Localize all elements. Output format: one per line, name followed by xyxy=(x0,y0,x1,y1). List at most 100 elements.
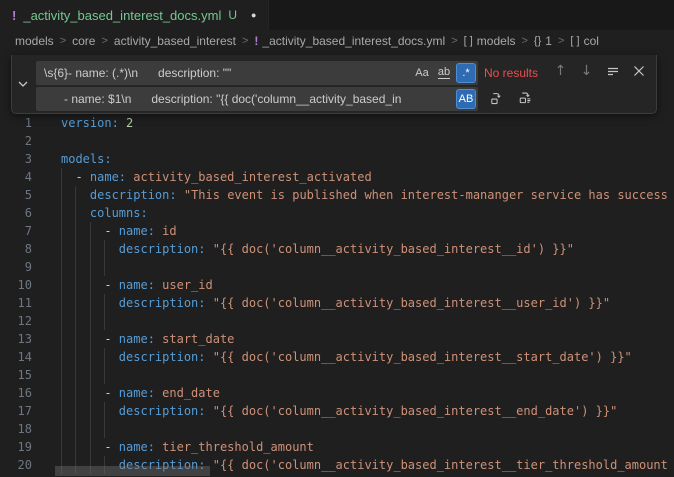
indent-guide xyxy=(104,420,105,438)
indent-guide xyxy=(61,384,62,402)
breadcrumb-item[interactable]: models xyxy=(15,34,54,48)
preserve-case-button[interactable]: AB xyxy=(456,89,476,109)
indent-guide xyxy=(90,276,91,294)
breadcrumb-label: models xyxy=(15,34,54,48)
match-case-button[interactable]: Aa xyxy=(412,63,432,83)
breadcrumb-item[interactable]: !_activity_based_interest_docs.yml xyxy=(254,34,445,48)
code-text: - name: start_date xyxy=(61,330,674,348)
code-line[interactable]: 17 description: "{{ doc('column__activit… xyxy=(0,402,674,420)
code-line[interactable]: 8 description: "{{ doc('column__activity… xyxy=(0,240,674,258)
tab-active-file[interactable]: ! _activity_based_interest_docs.yml U ● xyxy=(0,0,269,30)
breadcrumb-label: models xyxy=(477,34,516,48)
code-text: - name: tier_threshold_amount xyxy=(61,438,674,456)
line-number: 16 xyxy=(0,384,32,402)
code-line[interactable]: 12 xyxy=(0,312,674,330)
indent-guide xyxy=(75,204,76,222)
code-line[interactable]: 7 - name: id xyxy=(0,222,674,240)
code-text: description: "{{ doc('column__activity_b… xyxy=(61,240,674,258)
code-text: - name: activity_based_interest_activate… xyxy=(61,168,674,186)
indent-guide xyxy=(104,366,105,384)
code-text xyxy=(61,132,674,150)
line-number: 2 xyxy=(0,132,32,150)
find-results-status: No results xyxy=(484,66,538,80)
code-line[interactable]: 1 version: 2 xyxy=(0,114,674,132)
breadcrumb-item[interactable]: core xyxy=(72,34,95,48)
code-line[interactable]: 11 description: "{{ doc('column__activit… xyxy=(0,294,674,312)
code-text: version: 2 xyxy=(61,114,674,132)
tab-filename: _activity_based_interest_docs.yml xyxy=(23,8,221,23)
code-line[interactable]: 6 columns: xyxy=(0,204,674,222)
indent-guide xyxy=(75,330,76,348)
indent-guide xyxy=(61,402,62,420)
preserve-case-label: AB xyxy=(459,93,474,105)
indent-guide xyxy=(61,438,62,456)
line-number: 10 xyxy=(0,276,32,294)
code-line[interactable]: 10 - name: user_id xyxy=(0,276,674,294)
code-line[interactable]: 5 description: "This event is published … xyxy=(0,186,674,204)
whole-word-button[interactable]: ab xyxy=(434,63,454,83)
code-line[interactable]: 2 xyxy=(0,132,674,150)
yaml-file-icon: ! xyxy=(254,34,258,48)
breadcrumb-item[interactable]: [ ]col xyxy=(570,34,599,48)
replace-button[interactable] xyxy=(486,88,507,109)
indent-guide xyxy=(61,294,62,312)
line-number: 19 xyxy=(0,438,32,456)
breadcrumb-item[interactable]: {}1 xyxy=(534,34,552,48)
symbol-object-icon: {} xyxy=(534,35,541,47)
regex-label: .* xyxy=(462,67,469,79)
indent-guide xyxy=(75,294,76,312)
indent-guide xyxy=(61,258,62,276)
breadcrumb-separator: > xyxy=(558,35,564,47)
breadcrumb-separator: > xyxy=(242,35,248,47)
line-number: 9 xyxy=(0,258,32,276)
replace-all-button[interactable] xyxy=(515,88,536,109)
indent-guide xyxy=(104,312,105,330)
code-text: - name: user_id xyxy=(61,276,674,294)
breadcrumb-separator: > xyxy=(521,35,527,47)
close-find-button[interactable] xyxy=(628,60,649,81)
indent-guide xyxy=(75,384,76,402)
horizontal-scrollbar[interactable] xyxy=(55,466,210,476)
editor-pane[interactable]: 1 version: 2 23models:4 - name: activity_b… xyxy=(0,52,674,477)
indent-guide xyxy=(75,258,76,276)
code-text xyxy=(61,312,674,330)
line-number: 5 xyxy=(0,186,32,204)
indent-guide xyxy=(90,258,91,276)
toggle-replace-button[interactable] xyxy=(15,76,31,92)
code-line[interactable]: 15 xyxy=(0,366,674,384)
git-status-badge: U xyxy=(228,8,237,22)
code-text: - name: id xyxy=(61,222,674,240)
indent-guide xyxy=(75,420,76,438)
indent-guide xyxy=(75,312,76,330)
find-previous-button[interactable]: ↑ xyxy=(550,60,571,81)
code-line[interactable]: 9 xyxy=(0,258,674,276)
indent-guide xyxy=(61,222,62,240)
breadcrumb-item[interactable]: [ ]models xyxy=(464,34,516,48)
regex-button[interactable]: .* xyxy=(456,63,476,83)
code-line[interactable]: 19 - name: tier_threshold_amount xyxy=(0,438,674,456)
indent-guide xyxy=(61,348,62,366)
line-number: 1 xyxy=(0,114,32,132)
modified-dot-icon[interactable]: ● xyxy=(251,10,256,20)
match-case-label: Aa xyxy=(415,67,428,79)
code-line[interactable]: 16 - name: end_date xyxy=(0,384,674,402)
arrow-down-icon: ↓ xyxy=(581,63,593,79)
indent-guide xyxy=(90,402,91,420)
code-line[interactable]: 14 description: "{{ doc('column__activit… xyxy=(0,348,674,366)
indent-guide xyxy=(61,240,62,258)
line-number: 20 xyxy=(0,456,32,474)
code-text: description: "{{ doc('column__activity_b… xyxy=(61,294,674,312)
find-next-button[interactable]: ↓ xyxy=(576,60,597,81)
indent-guide xyxy=(61,366,62,384)
code-line[interactable]: 4 - name: activity_based_interest_activa… xyxy=(0,168,674,186)
find-in-selection-button[interactable] xyxy=(602,60,623,81)
indent-guide xyxy=(90,420,91,438)
code-line[interactable]: 18 xyxy=(0,420,674,438)
breadcrumb-separator: > xyxy=(60,35,66,47)
code-line[interactable]: 13 - name: start_date xyxy=(0,330,674,348)
indent-guide xyxy=(90,312,91,330)
breadcrumb-item[interactable]: activity_based_interest xyxy=(114,34,236,48)
code-line[interactable]: 3models: xyxy=(0,150,674,168)
replace-input[interactable] xyxy=(36,87,478,111)
line-number: 11 xyxy=(0,294,32,312)
